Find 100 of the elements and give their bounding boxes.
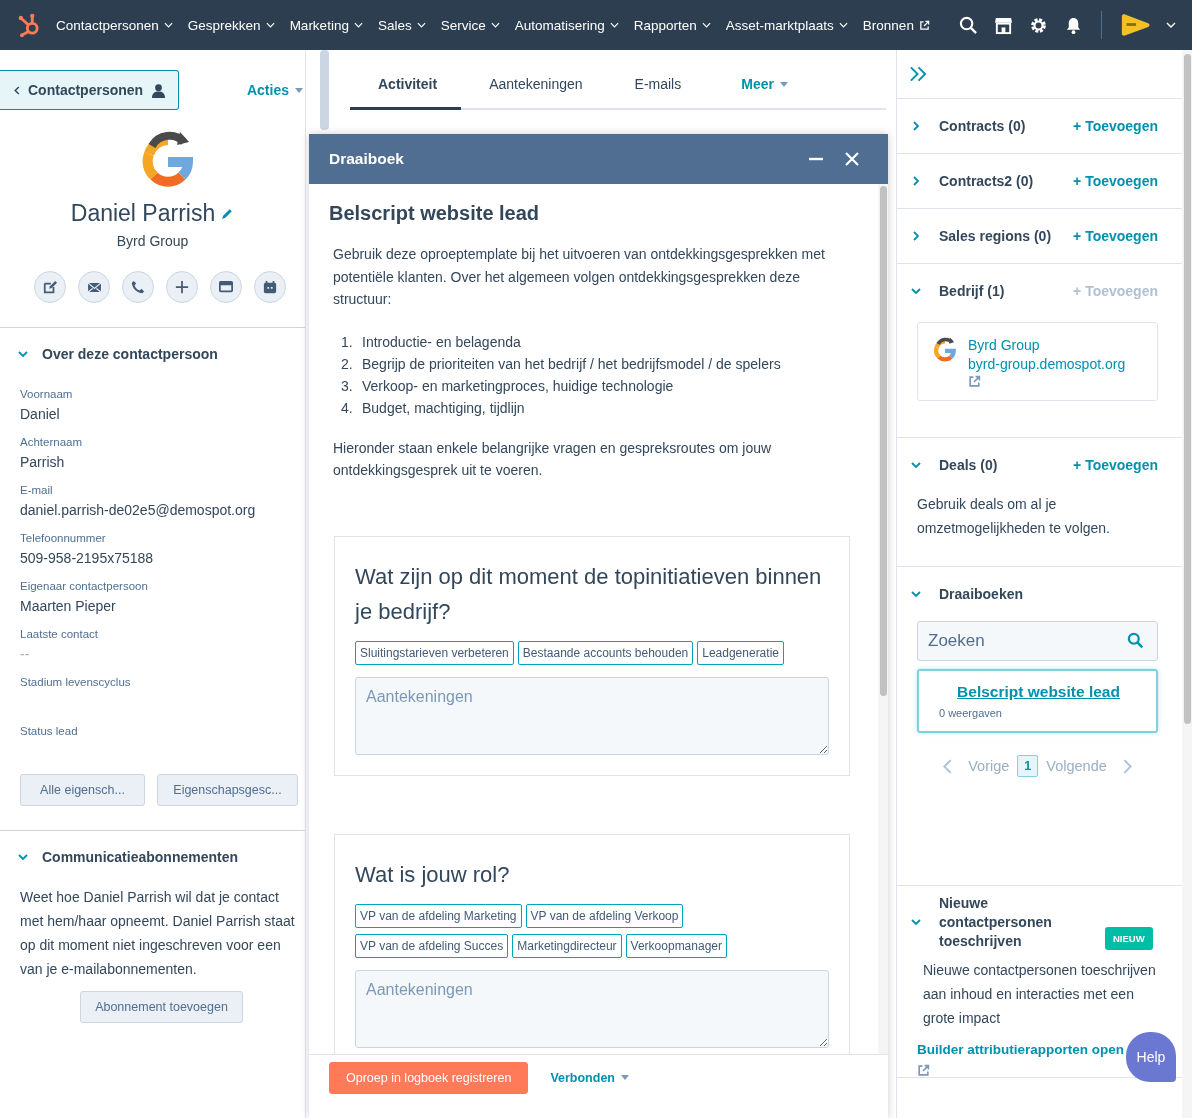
properties-button[interactable]: Eigenschapsgesc...: [157, 774, 298, 806]
answer-tag[interactable]: VP van de afdeling Succes: [355, 933, 509, 958]
note-button[interactable]: [34, 271, 66, 303]
back-button[interactable]: Contactpersonen: [0, 70, 180, 110]
nav-menu-item[interactable]: Asset-marktplaats: [725, 17, 848, 33]
company-link[interactable]: Byrd Group: [968, 337, 1040, 353]
scrollbar-thumb[interactable]: [880, 186, 887, 696]
external-link-icon[interactable]: [918, 19, 930, 31]
actions-dropdown[interactable]: Acties: [246, 82, 303, 98]
nav-menu-item[interactable]: Marketing: [289, 17, 363, 33]
email-button[interactable]: [78, 271, 110, 303]
meeting-button[interactable]: [210, 271, 242, 303]
section-title[interactable]: Nieuwe contactpersonen toeschrijven: [939, 893, 1099, 951]
caret-icon[interactable]: [353, 22, 363, 28]
nav-menu-item[interactable]: Service: [440, 17, 500, 33]
edit-icon[interactable]: [221, 207, 235, 220]
caret-icon[interactable]: [416, 22, 426, 28]
section-title[interactable]: Sales regions (0): [939, 228, 1052, 244]
domain-link[interactable]: byrd-group.demospot.org: [968, 356, 1126, 372]
chevron-icon[interactable]: [911, 591, 921, 597]
chevron-icon[interactable]: [911, 919, 921, 925]
calendar-icon[interactable]: [263, 280, 277, 294]
search-field[interactable]: Zoeken: [917, 621, 1158, 661]
notes-field[interactable]: Aantekeningen: [355, 969, 829, 1048]
caret-icon[interactable]: [609, 22, 619, 28]
add-link[interactable]: + Toevoegen: [1073, 457, 1158, 473]
close-icon[interactable]: [844, 151, 860, 167]
caret-icon[interactable]: [838, 22, 848, 28]
field-value[interactable]: 509-958-2195x75188: [20, 550, 305, 566]
nav-menu-item[interactable]: Gesprekken: [187, 17, 275, 33]
tab[interactable]: E-mails: [606, 60, 706, 110]
tab[interactable]: Meer: [713, 60, 812, 110]
chevron-icon[interactable]: [913, 121, 919, 131]
field-value[interactable]: Daniel: [20, 406, 305, 422]
add-link[interactable]: + Toevoegen: [1073, 173, 1158, 189]
section-title[interactable]: Bedrijf (1): [939, 283, 1005, 299]
add-button[interactable]: [166, 271, 198, 303]
caret-icon[interactable]: [1166, 22, 1176, 28]
answer-tag[interactable]: Marketingdirecteur: [512, 933, 622, 958]
add-link[interactable]: + Toevoegen: [1073, 118, 1158, 134]
nav-menu-item[interactable]: Sales: [377, 17, 426, 33]
chevron-icon[interactable]: [913, 231, 919, 241]
nav-menu-item[interactable]: Automatisering: [514, 17, 619, 33]
chevron-icon[interactable]: [18, 854, 28, 860]
field-value[interactable]: Maarten Pieper: [20, 598, 305, 614]
playbook-link[interactable]: Belscript website lead: [957, 683, 1120, 701]
field-value[interactable]: Parrish: [20, 454, 305, 470]
calendar-button[interactable]: [254, 271, 286, 303]
scrollbar-thumb[interactable]: [320, 50, 329, 130]
section-title[interactable]: Draaiboeken: [939, 586, 1024, 602]
caret-icon[interactable]: [701, 22, 711, 28]
call-button[interactable]: [122, 271, 154, 303]
chevron-icon[interactable]: [913, 176, 919, 186]
nav-menu-item[interactable]: Bronnen: [862, 17, 930, 33]
chevron-left-icon[interactable]: [14, 85, 20, 95]
answer-tag[interactable]: Bestaande accounts behouden: [517, 640, 694, 665]
answer-tag[interactable]: Sluitingstarieven verbeteren: [355, 640, 514, 665]
chevron-icon[interactable]: [911, 288, 921, 294]
search-icon[interactable]: [959, 15, 978, 35]
tab[interactable]: Activiteit: [350, 60, 462, 110]
phone-icon[interactable]: [131, 280, 145, 294]
window-icon[interactable]: [219, 280, 233, 294]
scrollbar-thumb[interactable]: [1184, 54, 1191, 724]
nav-menu-item[interactable]: Contactpersonen: [56, 17, 173, 33]
answer-tag[interactable]: VP van de afdeling Verkoop: [525, 903, 684, 928]
section-title[interactable]: Contracts (0): [939, 118, 1026, 134]
settings-icon[interactable]: [1029, 15, 1048, 35]
section-title[interactable]: Communicatieabonnementen: [42, 849, 239, 865]
section-title[interactable]: Contracts2 (0): [939, 173, 1034, 189]
plus-icon[interactable]: [175, 280, 189, 294]
caret-icon[interactable]: [490, 22, 500, 28]
nav-menu-item[interactable]: Rapporten: [633, 17, 711, 33]
caret-icon[interactable]: [163, 22, 173, 28]
add-subscription-button[interactable]: Abonnement toevoegen: [80, 991, 243, 1023]
view-count: 0 weergaven: [939, 707, 1002, 719]
playbook-card[interactable]: Belscript website lead 0 weergaven: [917, 669, 1158, 733]
account-avatar-icon[interactable]: [1120, 13, 1150, 37]
answer-tag[interactable]: VP van de afdeling Marketing: [355, 903, 522, 928]
chevron-icon[interactable]: [18, 351, 28, 357]
help-button[interactable]: Help: [1126, 1032, 1176, 1082]
section-title[interactable]: Deals (0): [939, 457, 998, 473]
note-icon[interactable]: [43, 280, 57, 294]
section-title[interactable]: Over deze contactpersoon: [42, 346, 218, 362]
caret-icon[interactable]: [265, 22, 275, 28]
envelope-icon[interactable]: [86, 281, 102, 293]
status-dropdown[interactable]: Verbonden: [550, 1070, 629, 1085]
answer-tag[interactable]: Verkoopmanager: [625, 933, 727, 958]
chevron-icon[interactable]: [911, 462, 921, 468]
add-link[interactable]: + Toevoegen: [1073, 228, 1158, 244]
reports-link[interactable]: Builder attributierapporten open: [917, 1042, 1124, 1057]
notifications-icon[interactable]: [1064, 15, 1083, 35]
question-text: Wat is jouw rol?: [355, 860, 511, 889]
properties-button[interactable]: Alle eigensch...: [20, 774, 145, 806]
notes-field[interactable]: Aantekeningen: [355, 676, 829, 755]
company-card[interactable]: Byrd Group byrd-group.demospot.org: [917, 322, 1158, 401]
collapse-icon[interactable]: [909, 66, 928, 82]
field-value[interactable]: daniel.parrish-de02e5@demospot.org: [20, 502, 305, 518]
tab[interactable]: Aantekeningen: [461, 60, 607, 110]
storefront-icon[interactable]: [994, 15, 1013, 35]
answer-tag[interactable]: Leadgeneratie: [697, 640, 784, 665]
